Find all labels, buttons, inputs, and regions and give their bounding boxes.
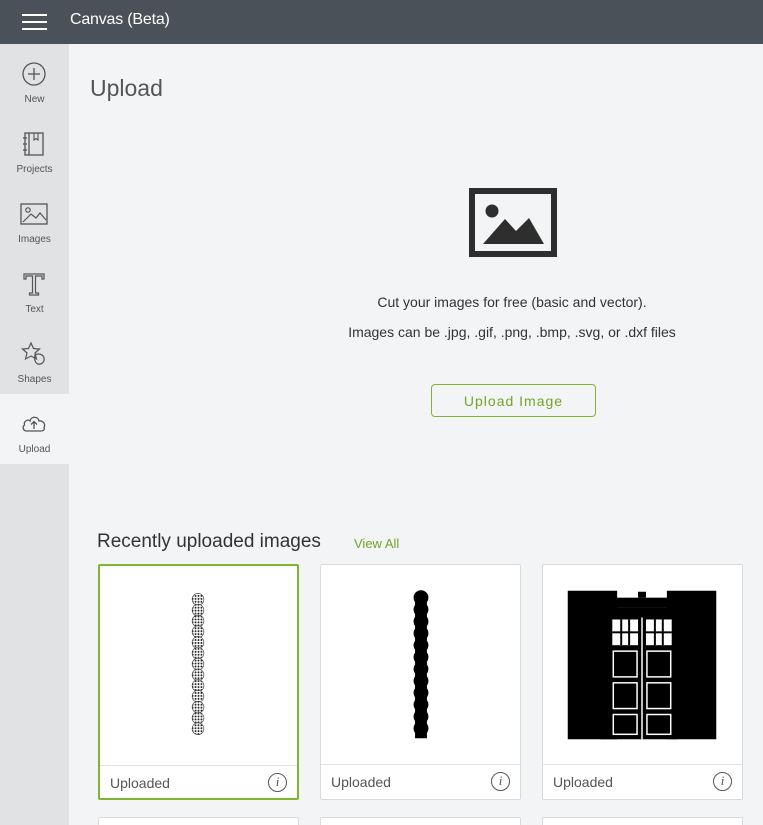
app-title: Canvas (Beta) [70,11,170,28]
info-icon[interactable]: i [713,772,732,791]
sidebar-item-text[interactable]: Text [0,254,69,324]
card-label: Uploaded [110,775,170,791]
info-icon[interactable]: i [268,773,287,792]
sidebar-item-label: Shapes [17,374,52,385]
page-title: Upload [90,75,163,101]
uploaded-image-card[interactable] [542,817,743,825]
upload-description: Cut your images for free (basic and vect… [377,294,647,310]
uploaded-image-card[interactable]: Uploaded i [98,564,299,800]
view-all-link[interactable]: View All [354,536,399,551]
sidebar-item-upload[interactable]: Upload [0,394,69,464]
sidebar-item-label: Upload [18,444,51,455]
shapes-icon [21,341,45,365]
uploaded-image-card[interactable]: Uploaded i [320,564,521,800]
sidebar-item-label: New [24,94,45,105]
sidebar-item-label: Text [25,304,44,315]
uploaded-image-card[interactable] [98,817,299,825]
sidebar-item-new[interactable]: New [0,44,69,114]
sidebar-item-label: Images [18,234,51,245]
info-icon[interactable]: i [491,772,510,791]
recent-uploads-heading: Recently uploaded images [97,531,321,552]
plus-circle-icon [22,62,46,86]
sidebar-item-projects[interactable]: Projects [0,114,69,184]
uploaded-image-card[interactable] [320,817,521,825]
image-placeholder-icon [469,188,557,257]
sidebar: New Projects Images Text Shapes Upload [0,44,69,825]
supported-formats-text: Images can be .jpg, .gif, .png, .bmp, .s… [348,324,676,340]
card-label: Uploaded [553,774,613,790]
sidebar-item-label: Projects [16,164,53,175]
image-thumbnail [191,593,205,735]
image-thumbnail [567,590,717,740]
text-icon [23,273,45,296]
sidebar-item-images[interactable]: Images [0,184,69,254]
notebook-icon [23,132,44,156]
uploaded-image-card[interactable]: Uploaded i [542,564,743,800]
card-label: Uploaded [331,774,391,790]
menu-icon[interactable] [22,13,48,31]
upload-image-button[interactable]: Upload Image [431,384,596,417]
image-thumbnail [413,590,429,739]
cloud-upload-icon [22,416,46,432]
image-icon [20,203,48,225]
top-bar: Canvas (Beta) [0,0,763,44]
sidebar-item-shapes[interactable]: Shapes [0,324,69,394]
